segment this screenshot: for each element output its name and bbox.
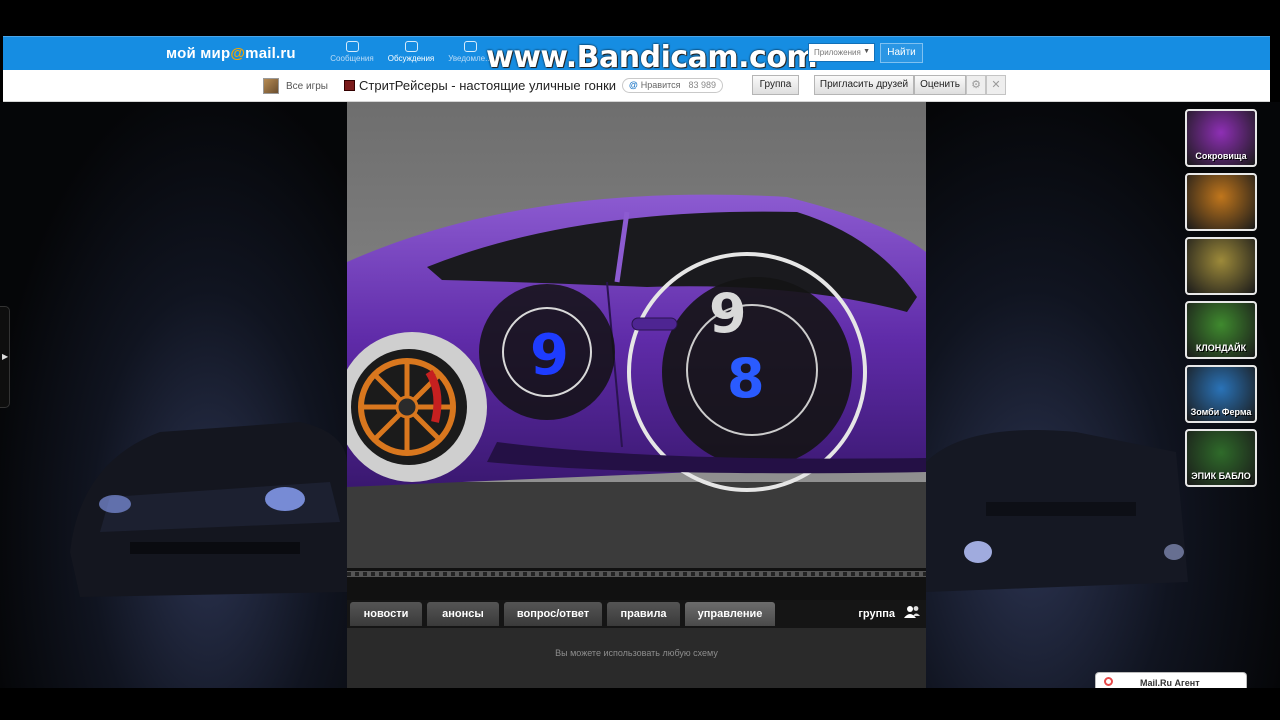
promo-game-2[interactable] <box>1185 173 1257 231</box>
promo-game-1[interactable]: Сокровища <box>1185 109 1257 167</box>
svg-text:9: 9 <box>530 323 569 388</box>
controls-hint: Вы можете использовать любую схему <box>555 648 718 658</box>
logo-at-sign: @ <box>230 45 246 62</box>
discussions-icon <box>404 41 418 52</box>
nav-discussions-label: Обсуждения <box>387 54 435 63</box>
game-title: СтритРейсеры - настоящие уличные гонки <box>359 78 617 93</box>
group-link[interactable]: группа <box>858 608 895 620</box>
invite-friends-button[interactable]: Пригласить друзей <box>814 75 914 95</box>
tab-qa[interactable]: вопрос/ответ <box>504 602 602 626</box>
svg-text:9: 9 <box>709 282 747 345</box>
rate-button[interactable]: Оценить <box>914 75 966 95</box>
game-toolbar: Все игры СтритРейсеры - настоящие уличны… <box>3 70 1270 102</box>
like-count: 83 989 <box>688 80 717 90</box>
nav-messages[interactable]: Сообщения <box>326 41 378 63</box>
chevron-down-icon: ▼ <box>863 48 870 55</box>
game-frame[interactable]: 9 9 8 новости анонсы вопрос/ответ правил… <box>347 102 926 688</box>
promo-label: ЭПИК БАБЛО <box>1191 471 1251 481</box>
promo-game-5[interactable]: Зомби Ферма <box>1185 365 1257 423</box>
all-games-link[interactable]: Все игры <box>286 81 328 92</box>
top-black-band <box>0 0 1280 34</box>
agent-status-icon <box>1104 677 1113 686</box>
side-panel-handle[interactable]: ▶ <box>0 306 10 408</box>
group-icon[interactable] <box>904 605 920 619</box>
group-button[interactable]: Группа <box>752 75 799 95</box>
game-tabs: новости анонсы вопрос/ответ правила упра… <box>347 600 926 628</box>
promo-game-4[interactable]: КЛОНДАЙК <box>1185 301 1257 359</box>
apps-select-value: Приложения <box>814 48 861 57</box>
promo-game-6[interactable]: ЭПИК БАБЛО <box>1185 429 1257 487</box>
game-car-scene[interactable]: 9 9 8 <box>347 102 926 600</box>
promo-game-3[interactable] <box>1185 237 1257 295</box>
like-button[interactable]: @ Нравится 83 989 <box>622 78 724 93</box>
bottom-black-band <box>0 688 1280 720</box>
svg-text:8: 8 <box>727 347 765 410</box>
road-stripe <box>347 568 926 600</box>
muscle-car-silhouette <box>70 422 347 597</box>
promo-label: Сокровища <box>1195 151 1247 161</box>
tab-announcements[interactable]: анонсы <box>427 602 499 626</box>
notification-icon <box>463 41 477 52</box>
gear-icon[interactable]: ⚙ <box>966 75 986 95</box>
like-label: Нравится <box>640 80 681 90</box>
logo-text-prefix: мой мир <box>166 45 231 62</box>
close-icon[interactable]: ✕ <box>986 75 1006 95</box>
nav-messages-label: Сообщения <box>330 54 374 63</box>
tab-controls[interactable]: управление <box>685 602 775 626</box>
promo-label: КЛОНДАЙК <box>1195 343 1247 353</box>
find-button[interactable]: Найти <box>880 43 923 63</box>
agent-label: Mail.Ru Агент <box>1140 678 1200 688</box>
background-left-car <box>0 102 347 700</box>
stripe-dots <box>347 571 926 577</box>
message-icon <box>345 41 359 52</box>
tab-rules[interactable]: правила <box>607 602 680 626</box>
all-games-icon[interactable] <box>263 78 279 94</box>
tab-news[interactable]: новости <box>350 602 422 626</box>
nav-discussions[interactable]: Обсуждения <box>385 41 437 63</box>
mail-ru-logo[interactable]: мой мир@mail.ru <box>166 45 296 62</box>
mail-at-icon: @ <box>629 80 638 90</box>
promo-label: Зомби Ферма <box>1190 407 1252 417</box>
game-icon <box>344 80 355 91</box>
chevron-right-icon: ▶ <box>2 352 9 361</box>
apps-select[interactable]: Приложения ▼ <box>808 43 875 62</box>
logo-text-suffix: mail.ru <box>245 45 296 62</box>
